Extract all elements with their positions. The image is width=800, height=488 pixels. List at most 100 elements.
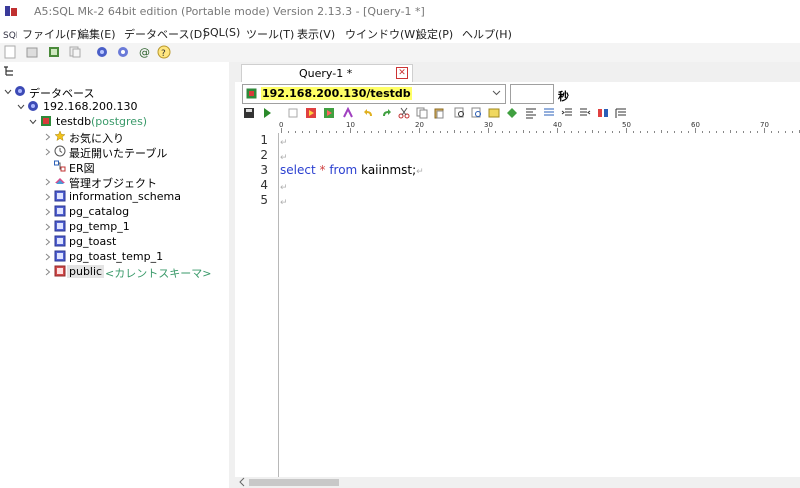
menu-sql[interactable]: SQL(S)	[203, 26, 240, 39]
scrollbar-thumb[interactable]	[249, 479, 339, 486]
tab-label: Query-1 *	[299, 67, 353, 80]
tree-item-schema-pg-toast-temp-1[interactable]: pg_toast_temp_1	[0, 249, 229, 264]
svg-text:@: @	[139, 46, 150, 59]
table-icon[interactable]	[47, 45, 61, 59]
tree-item-server[interactable]: 192.168.200.130	[0, 99, 229, 114]
tree-item-er-diagram[interactable]: ER図	[0, 159, 229, 175]
run-icon[interactable]	[262, 107, 274, 119]
server-icon	[28, 101, 38, 111]
code-line: ↵	[280, 149, 288, 163]
tree-item-label: pg_toast_temp_1	[69, 250, 164, 263]
sql-operator: *	[319, 163, 326, 177]
replace-icon[interactable]	[471, 107, 483, 119]
connection-select[interactable]: 192.168.200.130/testdb	[242, 84, 506, 104]
horizontal-scrollbar[interactable]	[235, 477, 800, 488]
tree-toolbar-icon[interactable]	[3, 66, 15, 76]
tree-item-testdb[interactable]: testdb (postgres)	[0, 114, 229, 129]
open-icon[interactable]	[25, 45, 39, 59]
menu-file[interactable]: ファイル(F)	[22, 26, 81, 42]
compare-icon[interactable]	[597, 107, 609, 119]
tree-item-label: pg_temp_1	[69, 220, 130, 233]
tree-item-admin-objects[interactable]: 管理オブジェクト	[0, 174, 229, 190]
menu-database[interactable]: データベース(D)	[124, 26, 207, 42]
history-clock-icon	[54, 145, 66, 157]
chevron-right-icon[interactable]	[44, 193, 52, 201]
database-type-label: (postgres)	[91, 115, 148, 128]
current-schema-tag: <カレントスキーマ>	[105, 267, 212, 280]
tree-item-label: 192.168.200.130	[43, 100, 138, 113]
tree-item-label: public	[67, 265, 105, 278]
sql-editor[interactable]: ↵ ↵ select * from kaiinmst;↵ ↵ ↵	[279, 133, 800, 477]
tree-item-favorites[interactable]: お気に入り	[0, 129, 229, 145]
editor-toolbar	[235, 106, 800, 122]
chevron-down-icon[interactable]	[29, 118, 37, 126]
tree-item-label: pg_toast	[69, 235, 117, 248]
tree-item-schema-information[interactable]: information_schema	[0, 189, 229, 204]
menu-tools[interactable]: ツール(T)	[246, 26, 294, 42]
title-bar: A5:SQL Mk-2 64bit edition (Portable mode…	[0, 0, 800, 24]
explain-icon[interactable]	[323, 107, 335, 119]
line-number: 1	[260, 133, 268, 147]
tree-item-schema-public[interactable]: public <カレントスキーマ>	[0, 264, 229, 280]
chevron-right-icon[interactable]	[44, 268, 52, 276]
outdent-icon[interactable]	[579, 107, 591, 119]
schema-icon	[54, 220, 66, 232]
svg-text:?: ?	[161, 49, 166, 59]
align-left-icon[interactable]	[525, 107, 537, 119]
tree-item-schema-pg-temp-1[interactable]: pg_temp_1	[0, 219, 229, 234]
settings-gear-icon[interactable]	[116, 45, 130, 59]
sql-menu-icon[interactable]: SQL	[3, 28, 17, 40]
redo-icon[interactable]	[380, 107, 392, 119]
chevron-down-icon[interactable]	[492, 88, 501, 97]
chevron-right-icon[interactable]	[44, 253, 52, 261]
tree-item-schema-pg-catalog[interactable]: pg_catalog	[0, 204, 229, 219]
at-icon[interactable]: @	[138, 45, 152, 59]
tab-query-1[interactable]: Query-1 * ✕	[241, 64, 413, 83]
sql-keyword: from	[329, 163, 358, 177]
chevron-right-icon[interactable]	[44, 178, 52, 186]
copy-icon[interactable]	[68, 45, 82, 59]
database-connect-icon[interactable]	[95, 45, 109, 59]
menu-view[interactable]: 表示(V)	[297, 26, 335, 42]
jump-icon[interactable]	[506, 107, 518, 119]
chevron-left-icon[interactable]	[238, 477, 246, 487]
bookmark-icon[interactable]	[488, 107, 500, 119]
menu-edit[interactable]: 編集(E)	[78, 26, 116, 42]
menu-help[interactable]: ヘルプ(H)	[462, 26, 512, 42]
new-icon[interactable]	[3, 45, 17, 59]
menu-settings[interactable]: 設定(P)	[416, 26, 453, 42]
seconds-label: 秒	[558, 90, 569, 103]
undo-icon[interactable]	[363, 107, 375, 119]
comment-icon[interactable]	[543, 107, 555, 119]
menu-window[interactable]: ウインドウ(W)	[345, 26, 419, 42]
find-icon[interactable]	[454, 107, 466, 119]
line-number: 3	[260, 163, 268, 177]
chevron-down-icon[interactable]	[17, 103, 25, 111]
stop-icon[interactable]	[287, 107, 299, 119]
tree-item-schema-pg-toast[interactable]: pg_toast	[0, 234, 229, 249]
copy-icon[interactable]	[416, 107, 428, 119]
indent-icon[interactable]	[561, 107, 573, 119]
paste-icon[interactable]	[433, 107, 445, 119]
database-icon	[15, 86, 25, 96]
save-icon[interactable]	[243, 107, 255, 119]
tree-item-database-root[interactable]: データベース	[0, 84, 229, 100]
chevron-right-icon[interactable]	[44, 133, 52, 141]
window-title: A5:SQL Mk-2 64bit edition (Portable mode…	[34, 5, 425, 18]
help-icon[interactable]: ?	[157, 45, 171, 59]
timeout-seconds-input[interactable]	[510, 84, 554, 104]
postgres-db-icon	[246, 88, 257, 99]
chevron-right-icon[interactable]	[44, 208, 52, 216]
chevron-right-icon[interactable]	[44, 148, 52, 156]
format-icon[interactable]	[342, 107, 354, 119]
chevron-right-icon[interactable]	[44, 238, 52, 246]
close-icon[interactable]: ✕	[396, 67, 408, 79]
eol-marker: ↵	[280, 138, 288, 148]
chevron-down-icon[interactable]	[4, 88, 12, 96]
run-step-icon[interactable]	[305, 107, 317, 119]
tree-item-recent-tables[interactable]: 最近開いたテーブル	[0, 144, 229, 160]
cut-icon[interactable]	[398, 107, 410, 119]
outline-icon[interactable]	[615, 107, 627, 119]
chevron-right-icon[interactable]	[44, 223, 52, 231]
admin-objects-icon	[55, 178, 65, 184]
